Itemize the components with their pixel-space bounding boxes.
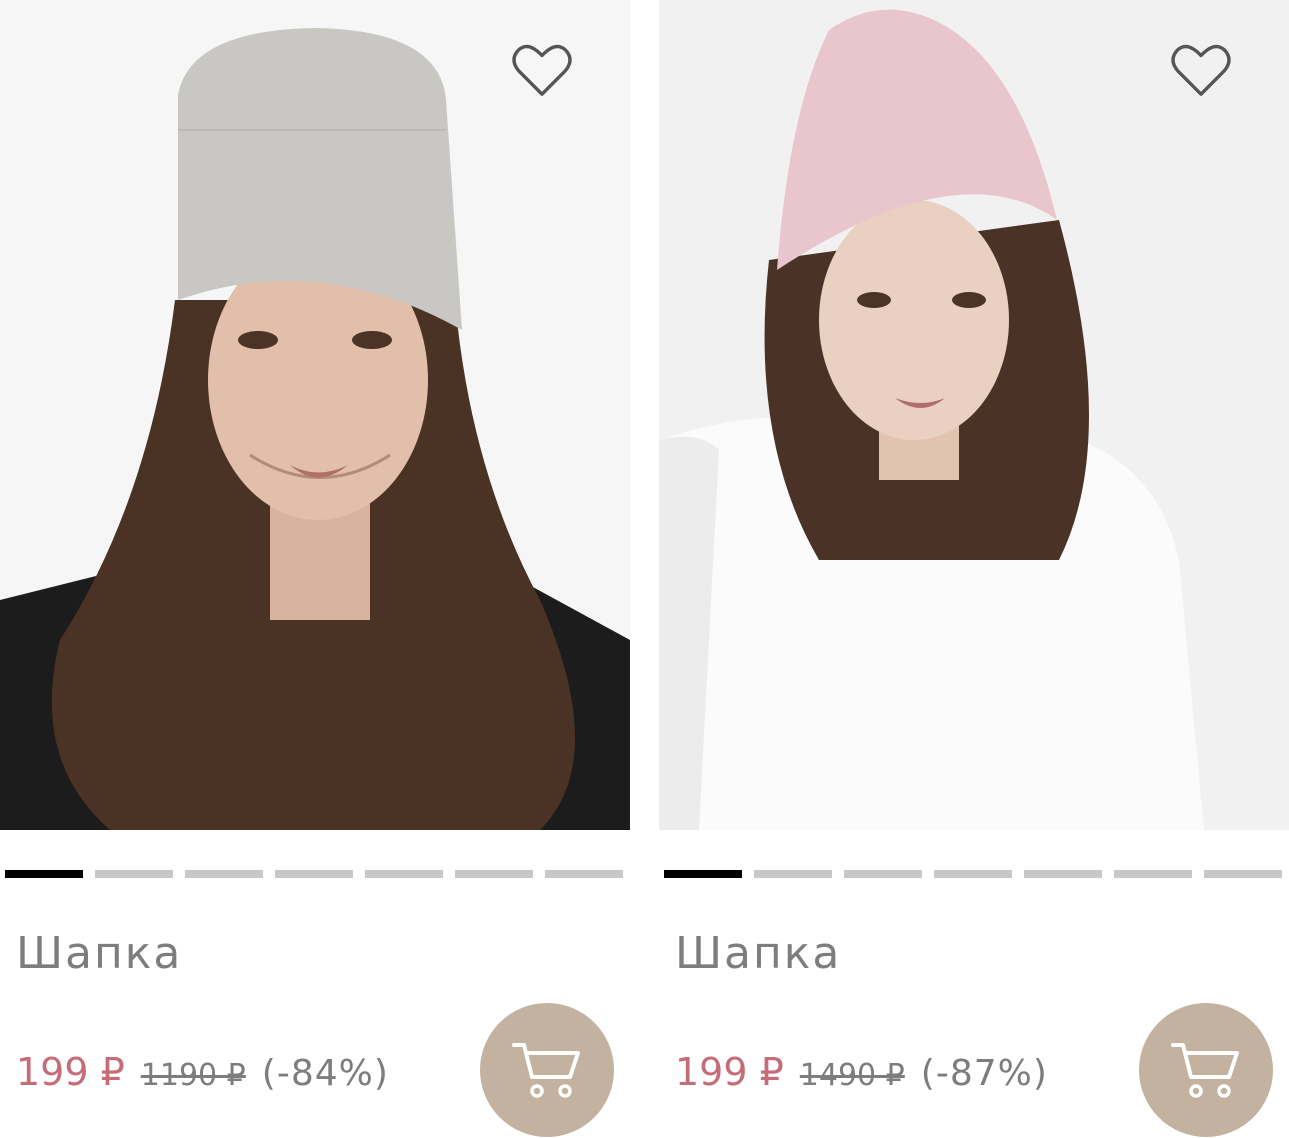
cart-icon	[512, 1043, 580, 1098]
price-row: 199 ₽ 1490 ₽ (-87%)	[675, 1050, 1048, 1094]
add-to-cart-button[interactable]	[480, 1003, 614, 1137]
slide-indicator-dot[interactable]	[934, 870, 1012, 878]
slide-indicator-dot[interactable]	[365, 870, 443, 878]
heart-outline-icon	[512, 44, 572, 96]
product-image-model-grey-beanie	[0, 0, 630, 830]
slide-indicator-dot[interactable]	[664, 870, 742, 878]
slide-indicator-dot[interactable]	[545, 870, 623, 878]
slide-indicator-dot[interactable]	[5, 870, 83, 878]
product-title[interactable]: Шапка	[675, 928, 841, 979]
slide-indicator-dot[interactable]	[1114, 870, 1192, 878]
product-image-model-pink-beanie	[659, 0, 1289, 830]
slide-indicator-dot[interactable]	[1024, 870, 1102, 878]
old-price: 1490 ₽	[799, 1058, 905, 1093]
product-card[interactable]: Шапка 199 ₽ 1490 ₽ (-87%)	[659, 0, 1289, 1138]
slide-indicator-dot[interactable]	[844, 870, 922, 878]
cart-icon	[1171, 1043, 1239, 1098]
old-price: 1190 ₽	[140, 1058, 246, 1093]
slide-indicator-dot[interactable]	[1204, 870, 1282, 878]
discount-label: (-84%)	[261, 1053, 389, 1094]
current-price: 199 ₽	[675, 1050, 784, 1094]
heart-outline-icon	[1171, 44, 1231, 96]
product-photo[interactable]	[659, 0, 1289, 830]
slide-indicator-dot[interactable]	[95, 870, 173, 878]
add-to-cart-button[interactable]	[1139, 1003, 1273, 1137]
product-grid: Шапка 199 ₽ 1190 ₽ (-84%) Шапка 199 ₽ 14…	[0, 0, 1289, 1138]
slide-indicator-dot[interactable]	[185, 870, 263, 878]
current-price: 199 ₽	[16, 1050, 125, 1094]
product-photo[interactable]	[0, 0, 630, 830]
product-card[interactable]: Шапка 199 ₽ 1190 ₽ (-84%)	[0, 0, 630, 1138]
favorite-button[interactable]	[1169, 40, 1233, 100]
slide-indicator-dot[interactable]	[754, 870, 832, 878]
favorite-button[interactable]	[510, 40, 574, 100]
price-row: 199 ₽ 1190 ₽ (-84%)	[16, 1050, 389, 1094]
slide-indicator-dot[interactable]	[455, 870, 533, 878]
slide-indicator-dot[interactable]	[275, 870, 353, 878]
product-title[interactable]: Шапка	[16, 928, 182, 979]
image-slide-indicator	[5, 870, 623, 880]
image-slide-indicator	[664, 870, 1282, 880]
discount-label: (-87%)	[920, 1053, 1048, 1094]
